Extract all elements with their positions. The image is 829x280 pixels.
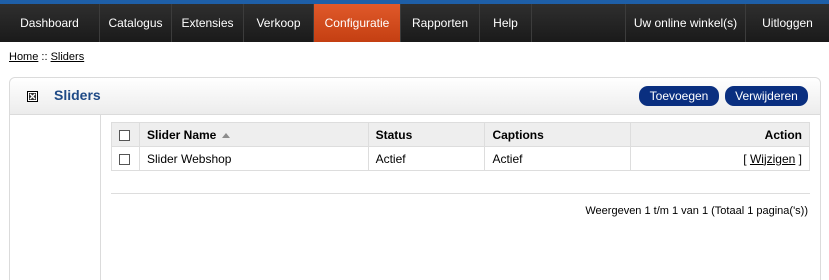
header-captions: Captions [484, 122, 632, 147]
nav-extensies[interactable]: Extensies [172, 4, 244, 42]
box-header: Sliders Toevoegen Verwijderen [10, 78, 820, 115]
row-slider-name: Slider Webshop [138, 146, 369, 171]
header-select-cell [111, 122, 140, 147]
row-action: [ Wijzigen ] [630, 146, 810, 171]
action-bracket-close: ] [795, 151, 802, 166]
left-column [10, 115, 101, 280]
content-box: Sliders Toevoegen Verwijderen Slider Nam… [9, 77, 821, 280]
nav-rapporten[interactable]: Rapporten [401, 4, 480, 42]
nav-dashboard[interactable]: Dashboard [0, 4, 100, 42]
nav-configuratie[interactable]: Configuratie [314, 4, 401, 42]
sort-ascending-icon [222, 132, 231, 138]
row-captions: Actief [484, 146, 632, 171]
add-button[interactable]: Toevoegen [639, 86, 719, 106]
page-title: Sliders [54, 87, 101, 103]
header-slider-name[interactable]: Slider Name [138, 122, 369, 147]
pagination-text: Weergeven 1 t/m 1 van 1 (Totaal 1 pagina… [585, 205, 808, 217]
top-navigation: Dashboard Catalogus Extensies Verkoop Co… [0, 0, 829, 42]
breadcrumb: Home :: Sliders [9, 51, 84, 63]
select-all-checkbox[interactable] [119, 129, 130, 141]
module-icon [27, 91, 38, 102]
header-action: Action [630, 122, 810, 147]
breadcrumb-separator: :: [38, 51, 51, 63]
table-row: Slider Webshop Actief Actief [ Wijzigen … [111, 146, 810, 171]
breadcrumb-current[interactable]: Sliders [51, 51, 85, 63]
row-status: Actief [367, 146, 486, 171]
action-bracket-open: [ [743, 151, 750, 166]
header-slider-name-label: Slider Name [146, 127, 217, 142]
edit-link[interactable]: Wijzigen [750, 152, 795, 166]
sliders-table: Slider Name Status Captions Action Slide… [111, 122, 810, 171]
breadcrumb-home[interactable]: Home [9, 51, 38, 63]
table-header-row: Slider Name Status Captions Action [111, 122, 810, 147]
row-checkbox[interactable] [119, 153, 130, 165]
nav-help[interactable]: Help [480, 4, 532, 42]
row-select-cell [111, 146, 140, 171]
pagination-divider [111, 193, 810, 194]
nav-online-winkels[interactable]: Uw online winkel(s) [625, 4, 745, 42]
nav-verkoop[interactable]: Verkoop [244, 4, 314, 42]
nav-catalogus[interactable]: Catalogus [100, 4, 172, 42]
header-status: Status [367, 122, 486, 147]
nav-uitloggen[interactable]: Uitloggen [745, 4, 829, 42]
delete-button[interactable]: Verwijderen [725, 86, 808, 106]
